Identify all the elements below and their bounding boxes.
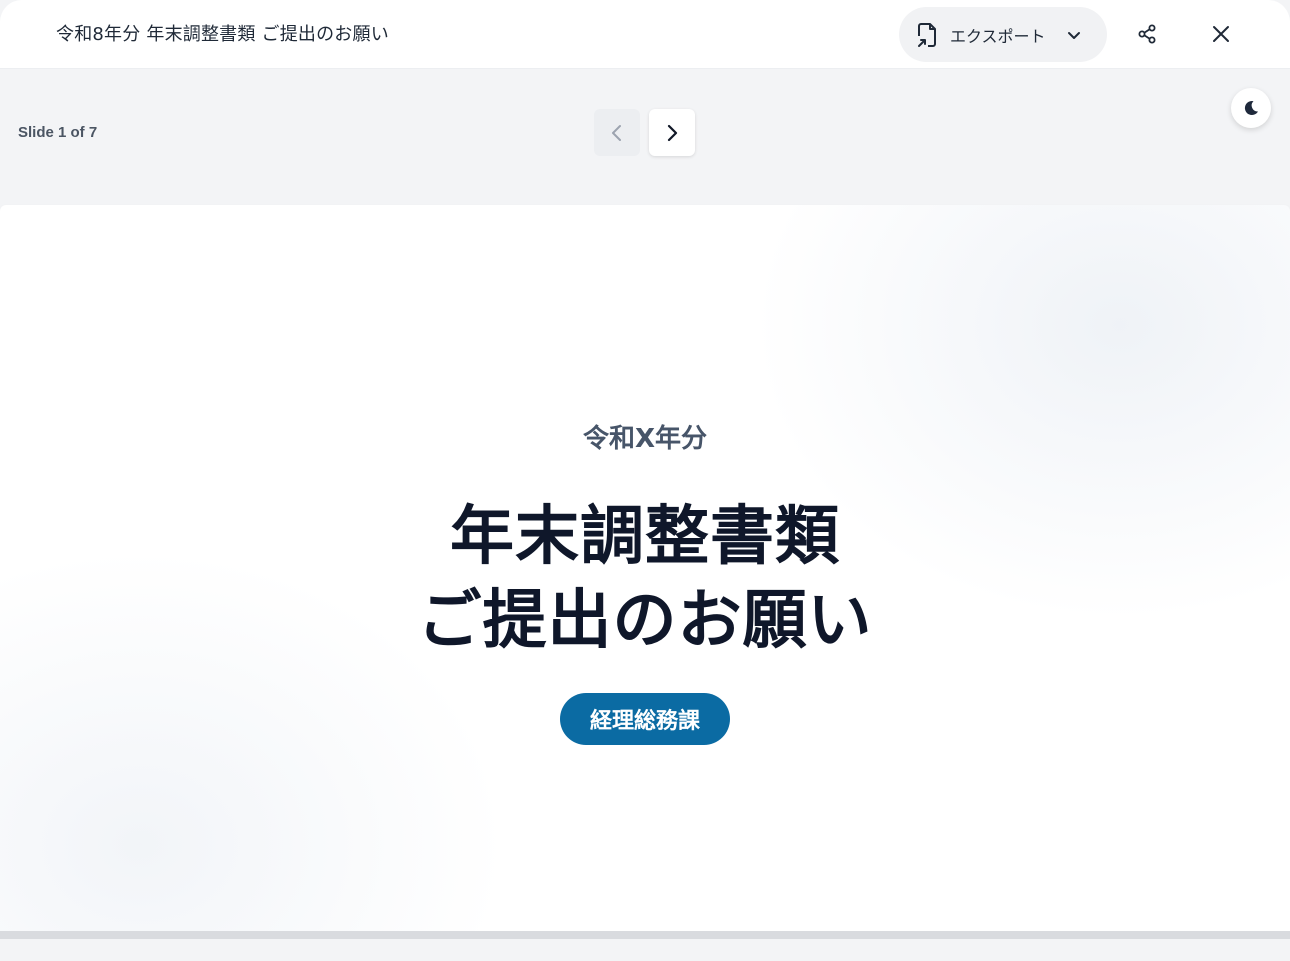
moon-icon <box>1244 101 1258 116</box>
department-badge: 経理総務課 <box>560 693 730 745</box>
document-title: 令和8年分 年末調整書類 ご提出のお願い <box>56 24 389 45</box>
close-button[interactable] <box>1201 14 1241 54</box>
share-button[interactable] <box>1127 14 1167 54</box>
share-icon <box>1138 24 1156 44</box>
slide-canvas: 令和X年分 年末調整書類 ご提出のお願い 経理総務課 <box>0 205 1290 931</box>
export-button[interactable]: エクスポート <box>899 7 1107 62</box>
slide-counter: Slide 1 of 7 <box>18 124 98 141</box>
file-export-icon <box>918 22 936 47</box>
slide-headline-line2: ご提出のお願い <box>417 584 873 658</box>
previous-slide-button[interactable] <box>594 109 640 156</box>
theme-toggle-button[interactable] <box>1231 88 1271 128</box>
header-bar: 令和8年分 年末調整書類 ご提出のお願い エクスポート <box>0 0 1290 69</box>
presentation-viewer: 令和8年分 年末調整書類 ご提出のお願い エクスポート Slide 1 of 7… <box>0 0 1290 961</box>
close-icon <box>1213 26 1229 42</box>
chevron-left-icon <box>612 124 621 141</box>
slide-bottom-edge <box>0 931 1290 939</box>
slide-kicker: 令和X年分 <box>582 424 708 454</box>
slide-headline-line1: 年末調整書類 <box>450 500 840 574</box>
chevron-right-icon <box>667 124 678 141</box>
next-slide-button[interactable] <box>649 109 695 156</box>
chevron-down-icon <box>1068 32 1080 39</box>
export-label: エクスポート <box>950 26 1046 46</box>
